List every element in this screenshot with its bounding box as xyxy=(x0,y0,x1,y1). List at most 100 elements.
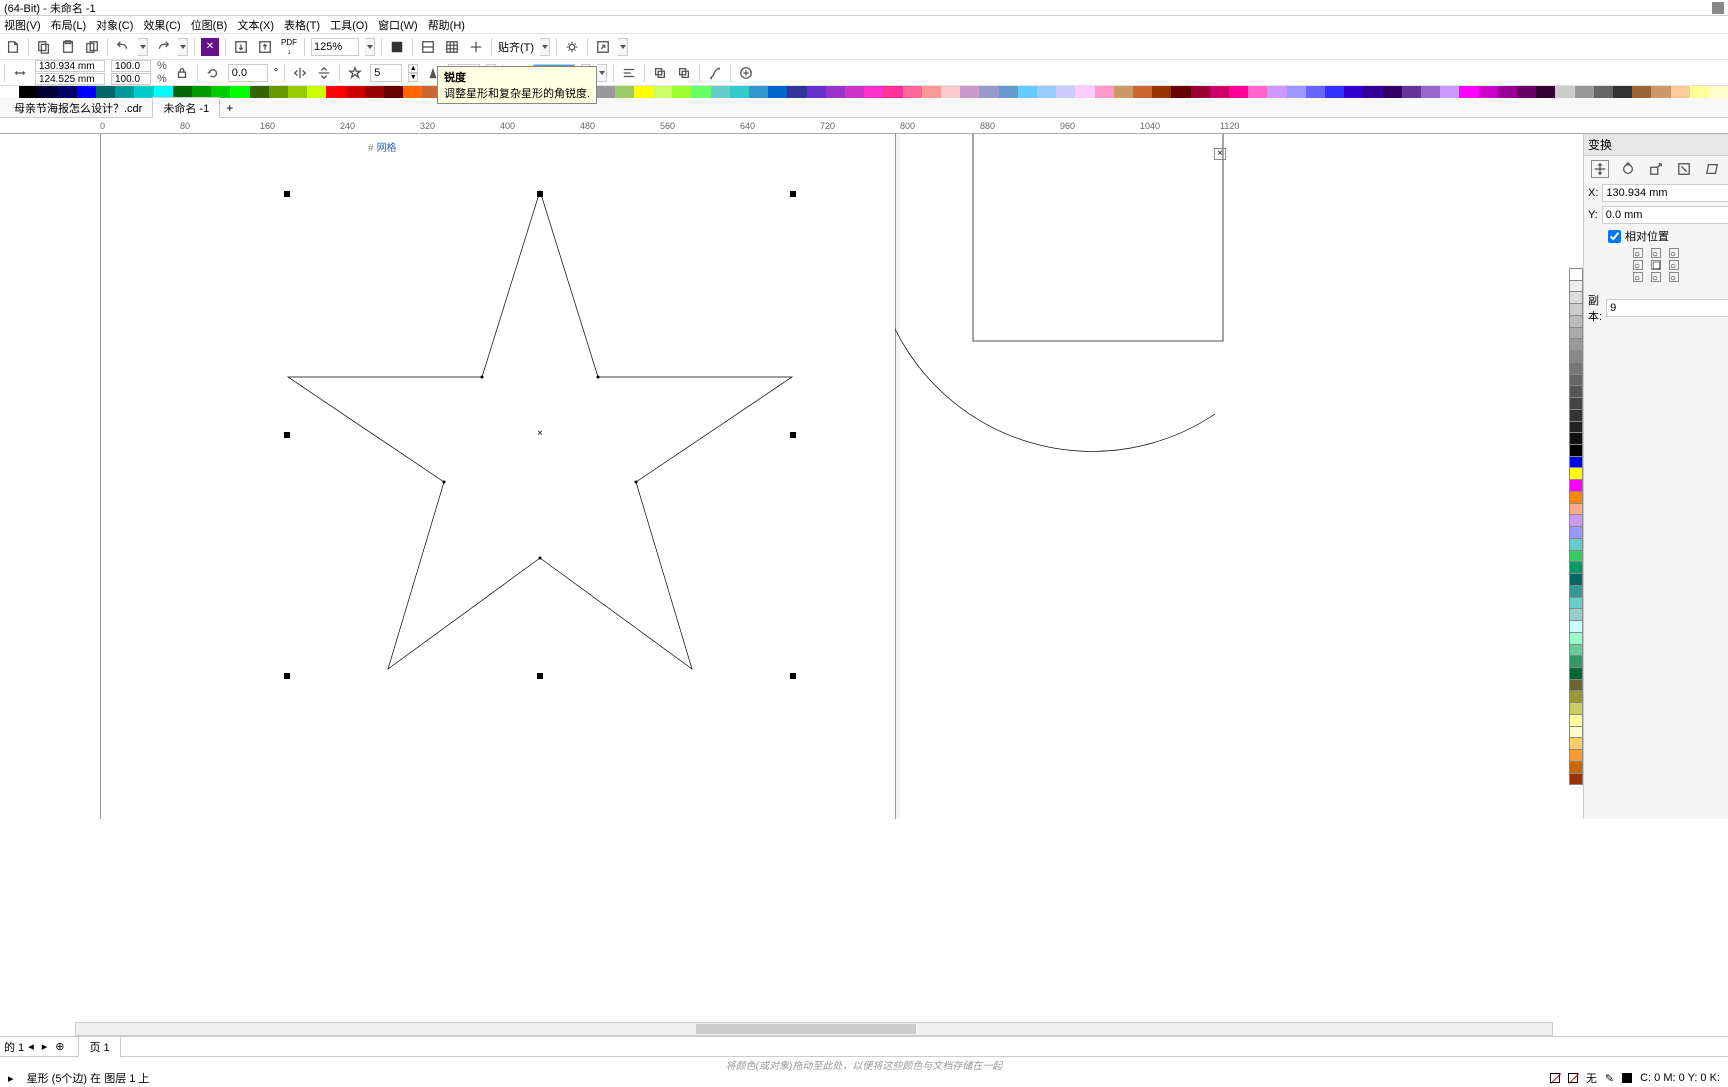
color-swatch[interactable] xyxy=(1171,86,1190,98)
menu-effect[interactable]: 效果(C) xyxy=(143,17,180,33)
color-swatch[interactable] xyxy=(653,86,672,98)
rotate-icon[interactable] xyxy=(204,64,222,82)
color-swatch[interactable] xyxy=(115,86,134,98)
page-prev-icon[interactable]: ◂ xyxy=(28,1040,34,1053)
color-swatch[interactable] xyxy=(999,86,1018,98)
skew-tab-icon[interactable] xyxy=(1703,160,1721,178)
color-swatch[interactable] xyxy=(691,86,710,98)
color-swatch[interactable] xyxy=(384,86,403,98)
export-icon[interactable] xyxy=(4,38,22,56)
color-swatch[interactable] xyxy=(672,86,691,98)
color-swatch[interactable] xyxy=(365,86,384,98)
duplicate-icon[interactable] xyxy=(83,38,101,56)
color-swatch[interactable] xyxy=(1536,86,1555,98)
color-swatch[interactable] xyxy=(0,86,19,98)
menu-text[interactable]: 文本(X) xyxy=(237,17,274,33)
color-swatch[interactable] xyxy=(922,86,941,98)
add-preset-icon[interactable] xyxy=(737,64,755,82)
corel-icon[interactable]: ✕ xyxy=(201,38,219,56)
convert-curves-icon[interactable] xyxy=(706,64,724,82)
position-tab-icon[interactable] xyxy=(1591,160,1609,178)
color-swatch[interactable] xyxy=(1613,86,1632,98)
color-swatch[interactable] xyxy=(1191,86,1210,98)
options-icon[interactable] xyxy=(563,38,581,56)
no-fill-icon[interactable] xyxy=(1550,1073,1560,1083)
guides-icon[interactable] xyxy=(467,38,485,56)
color-swatch[interactable] xyxy=(1210,86,1229,98)
color-swatch[interactable] xyxy=(58,86,77,98)
color-swatch[interactable] xyxy=(1632,86,1651,98)
menu-window[interactable]: 窗口(W) xyxy=(378,17,418,33)
undo-icon[interactable] xyxy=(114,38,132,56)
color-swatch[interactable] xyxy=(595,86,614,98)
size-tab-icon[interactable] xyxy=(1675,160,1693,178)
star-points-input[interactable] xyxy=(370,64,402,82)
color-swatch[interactable] xyxy=(941,86,960,98)
color-swatch[interactable] xyxy=(1056,86,1075,98)
scale-y-input[interactable] xyxy=(111,73,151,85)
wrap-text-icon[interactable] xyxy=(620,64,638,82)
panel-x-input[interactable] xyxy=(1602,184,1728,202)
color-swatch[interactable] xyxy=(615,86,634,98)
outline-dropdown[interactable] xyxy=(597,64,607,82)
copy-icon[interactable] xyxy=(35,38,53,56)
anchor-grid-row1[interactable]: ○○○ xyxy=(1588,248,1724,258)
add-tab-icon[interactable]: + xyxy=(220,101,239,115)
color-swatch[interactable] xyxy=(864,86,883,98)
menu-bitmap[interactable]: 位图(B) xyxy=(191,17,228,33)
color-swatch[interactable] xyxy=(1555,86,1574,98)
handle-ml[interactable] xyxy=(284,432,290,438)
grid2-icon[interactable] xyxy=(443,38,461,56)
mirror-v-icon[interactable] xyxy=(315,64,333,82)
close-page-icon[interactable]: × xyxy=(1214,148,1226,160)
color-swatch[interactable] xyxy=(403,86,422,98)
zoom-input[interactable] xyxy=(311,38,359,56)
doctab-2[interactable]: 未命名 -1 xyxy=(152,97,220,119)
width-input[interactable] xyxy=(35,60,105,72)
color-swatch[interactable] xyxy=(38,86,57,98)
color-swatch[interactable] xyxy=(903,86,922,98)
fullscreen-icon[interactable] xyxy=(388,38,406,56)
menu-table[interactable]: 表格(T) xyxy=(284,17,320,33)
color-swatch[interactable] xyxy=(1479,86,1498,98)
color-swatch[interactable] xyxy=(807,86,826,98)
color-swatch[interactable] xyxy=(1575,86,1594,98)
page-next-icon[interactable]: ▸ xyxy=(42,1040,48,1053)
color-swatch[interactable] xyxy=(634,86,653,98)
page-tab-1[interactable]: 页 1 xyxy=(78,1036,120,1058)
color-swatch[interactable] xyxy=(768,86,787,98)
handle-mr[interactable] xyxy=(790,432,796,438)
color-swatch[interactable] xyxy=(19,86,38,98)
color-swatch[interactable] xyxy=(96,86,115,98)
window-icon[interactable] xyxy=(1712,2,1724,14)
color-swatch[interactable] xyxy=(1383,86,1402,98)
relative-checkbox[interactable] xyxy=(1608,230,1621,243)
current-outline-color[interactable] xyxy=(1622,1073,1632,1083)
redo-dropdown[interactable] xyxy=(178,38,188,56)
color-swatch[interactable] xyxy=(77,86,96,98)
handle-br[interactable] xyxy=(790,673,796,679)
color-swatch[interactable] xyxy=(1037,86,1056,98)
pdf-icon[interactable]: PDF↓ xyxy=(280,38,298,56)
color-swatch[interactable] xyxy=(1075,86,1094,98)
import-icon[interactable] xyxy=(232,38,250,56)
scrollbar-horizontal[interactable] xyxy=(75,1022,1553,1036)
handle-bl[interactable] xyxy=(284,673,290,679)
color-swatch[interactable] xyxy=(1421,86,1440,98)
color-swatch[interactable] xyxy=(1229,86,1248,98)
handle-tr[interactable] xyxy=(790,191,796,197)
paste-icon[interactable] xyxy=(59,38,77,56)
color-swatch[interactable] xyxy=(1709,86,1728,98)
menu-view[interactable]: 视图(V) xyxy=(4,17,41,33)
handle-tl[interactable] xyxy=(284,191,290,197)
launch-icon[interactable] xyxy=(594,38,612,56)
cursor-indicator-icon[interactable]: ▸ xyxy=(8,1073,14,1085)
color-swatch[interactable] xyxy=(826,86,845,98)
doctab-1[interactable]: 母亲节海报怎么设计？.cdr xyxy=(4,98,152,118)
color-swatch[interactable] xyxy=(134,86,153,98)
color-swatch[interactable] xyxy=(1440,86,1459,98)
color-swatch[interactable] xyxy=(1095,86,1114,98)
points-spinner[interactable]: ▲▼ xyxy=(408,64,418,82)
undo-dropdown[interactable] xyxy=(138,38,148,56)
back-icon[interactable] xyxy=(675,64,693,82)
